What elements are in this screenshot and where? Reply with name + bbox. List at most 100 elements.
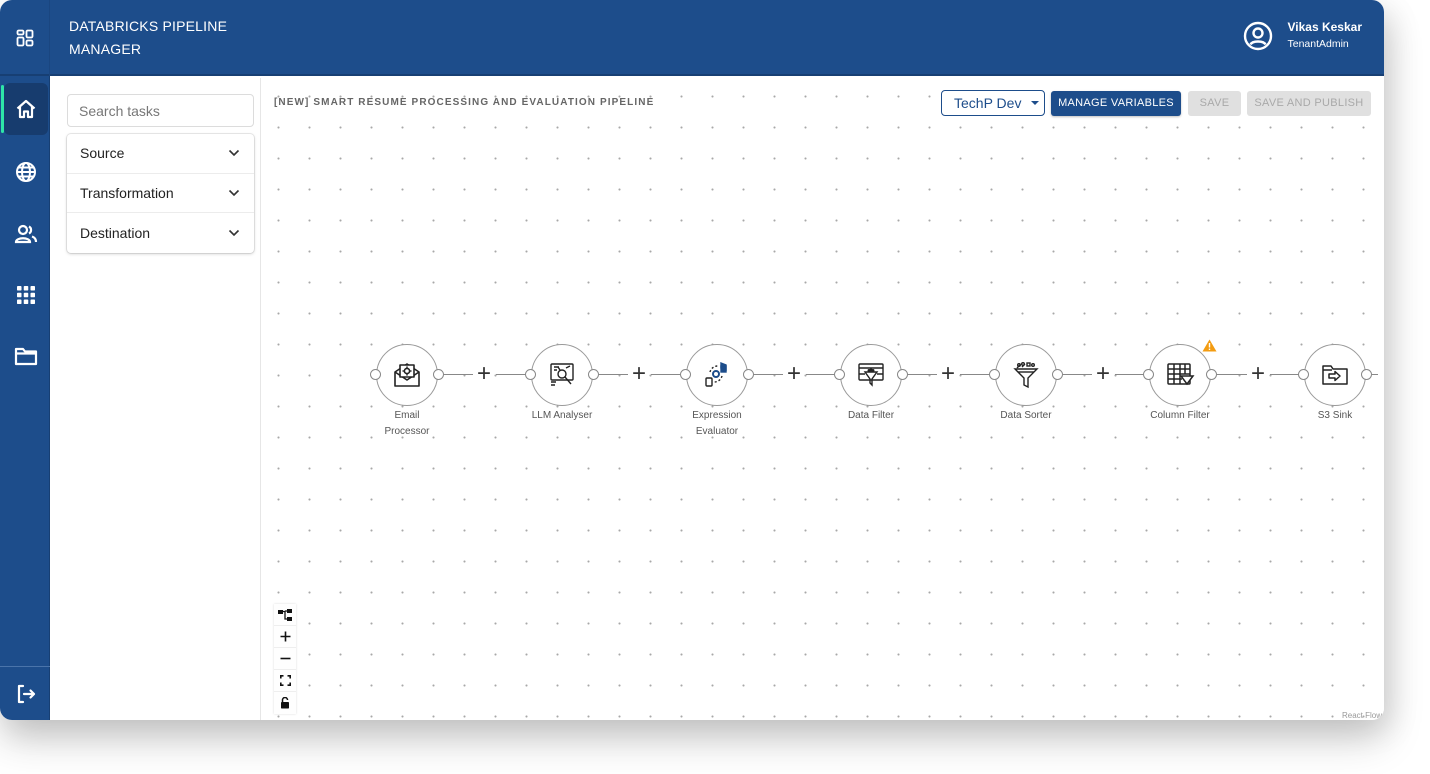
node-llm-analyser[interactable]: LLM Analyser [525, 344, 599, 421]
app-title: DATABRICKS PIPELINE MANAGER [69, 18, 228, 57]
edge [496, 374, 526, 375]
node-body [686, 344, 748, 406]
manage-variables-button[interactable]: MANAGE VARIABLES [1051, 90, 1181, 116]
user-profile[interactable]: Vikas Keskar TenantAdmin [1243, 19, 1362, 53]
sidebar-item-users[interactable] [4, 208, 48, 260]
node-s3-sink[interactable]: S3 Sink [1298, 344, 1372, 421]
users-icon [14, 224, 38, 244]
save-button[interactable]: SAVE [1188, 90, 1241, 116]
fit-view-icon [279, 675, 291, 686]
output-handle[interactable] [1206, 369, 1217, 380]
folder-arrow-icon [1322, 365, 1348, 385]
node-label: Column Filter [1150, 410, 1210, 421]
output-handle[interactable] [433, 369, 444, 380]
warning-icon[interactable] [1202, 339, 1217, 352]
edge [1115, 374, 1145, 375]
node-label: Data Sorter [1000, 410, 1052, 421]
node-column-filter[interactable]: Column Filter [1143, 339, 1217, 421]
node-label: Email Processor [384, 410, 430, 437]
input-handle[interactable] [1143, 369, 1154, 380]
add-node-button[interactable]: + [629, 362, 649, 386]
folder-icon [14, 347, 38, 366]
sidebar-item-apps[interactable] [4, 269, 48, 321]
output-handle[interactable] [588, 369, 599, 380]
logout-icon [17, 684, 36, 704]
output-handle[interactable] [897, 369, 908, 380]
category-label: Transformation [80, 184, 174, 201]
input-handle[interactable] [370, 369, 381, 380]
edge [443, 374, 473, 375]
home-icon [16, 99, 36, 119]
llm-analysis-icon [550, 363, 574, 386]
user-name: Vikas Keskar [1287, 20, 1362, 34]
edge [1062, 374, 1092, 375]
node-data-filter[interactable]: Data Filter [834, 344, 908, 421]
input-handle[interactable] [680, 369, 691, 380]
zoom-in-button[interactable] [274, 626, 296, 648]
dashboard-icon [16, 29, 33, 47]
data-filter-icon [858, 363, 884, 387]
node-label: Expression Evaluator [692, 410, 742, 437]
grid-icon [17, 286, 35, 304]
canvas-toolbar: TechP Dev MANAGE VARIABLES SAVE SAVE AND… [941, 90, 1371, 116]
edge [651, 374, 681, 375]
edge [806, 374, 836, 375]
node-data-sorter[interactable]: Data Sorter [989, 344, 1063, 421]
output-handle[interactable] [743, 369, 754, 380]
chevron-down-icon [228, 150, 240, 157]
environment-select[interactable]: TechP Dev [941, 90, 1045, 116]
add-node-button[interactable]: + [1093, 362, 1113, 386]
layout-tree-icon [278, 608, 292, 621]
expression-icon [705, 361, 727, 387]
user-role: TenantAdmin [1287, 38, 1349, 50]
task-categories: Source Transformation Destination [67, 134, 254, 253]
output-handle[interactable] [1361, 369, 1372, 380]
user-avatar-icon [1244, 21, 1273, 51]
add-node-button[interactable]: + [938, 362, 958, 386]
sidebar-item-home[interactable] [1, 83, 48, 135]
add-node-button[interactable]: + [474, 362, 494, 386]
category-destination[interactable]: Destination [67, 213, 254, 253]
sidebar-item-globe[interactable] [4, 146, 48, 198]
node-expression-evaluator[interactable]: Expression Evaluator [680, 344, 754, 437]
node-label: LLM Analyser [531, 410, 593, 421]
toggle-interactivity-button[interactable] [274, 692, 296, 714]
input-handle[interactable] [525, 369, 536, 380]
auto-layout-button[interactable] [274, 604, 296, 626]
add-node-button[interactable]: + [784, 362, 804, 386]
input-handle[interactable] [834, 369, 845, 380]
edge [753, 374, 783, 375]
edge [1270, 374, 1300, 375]
output-handle[interactable] [1052, 369, 1063, 380]
node-email-processor[interactable]: Email Processor [370, 344, 444, 437]
minus-icon [280, 657, 290, 660]
app-window: DATABRICKS PIPELINE MANAGER Vikas Keskar… [0, 0, 1384, 720]
logout-button[interactable] [4, 668, 48, 720]
node-body [1304, 344, 1366, 406]
pipeline-canvas[interactable]: [NEW] SMART RESUME PROCESSING AND EVALUA… [262, 78, 1384, 720]
sidebar-nav [0, 76, 50, 720]
node-body [1149, 344, 1211, 406]
email-gear-icon [394, 363, 420, 387]
add-node-button[interactable]: + [1248, 362, 1268, 386]
category-label: Destination [80, 224, 151, 241]
zoom-out-button[interactable] [274, 648, 296, 670]
sidebar-item-folder[interactable] [4, 330, 48, 382]
fit-view-button[interactable] [274, 670, 296, 692]
search-tasks-input[interactable] [67, 94, 254, 127]
react-flow-attribution[interactable]: React Flow [1342, 711, 1382, 720]
column-filter-icon [1167, 363, 1195, 386]
node-body [376, 344, 438, 406]
task-panel: Source Transformation Destination [50, 78, 261, 720]
input-handle[interactable] [1298, 369, 1309, 380]
save-and-publish-button[interactable]: SAVE AND PUBLISH [1247, 90, 1371, 116]
node-label: Data Filter [847, 410, 895, 421]
node-body [840, 344, 902, 406]
input-handle[interactable] [989, 369, 1000, 380]
app-menu-button[interactable] [0, 0, 50, 76]
environment-value: TechP Dev [954, 95, 1022, 111]
edge [1372, 374, 1378, 375]
category-source[interactable]: Source [67, 134, 254, 174]
category-transformation[interactable]: Transformation [67, 174, 254, 213]
node-body [995, 344, 1057, 406]
